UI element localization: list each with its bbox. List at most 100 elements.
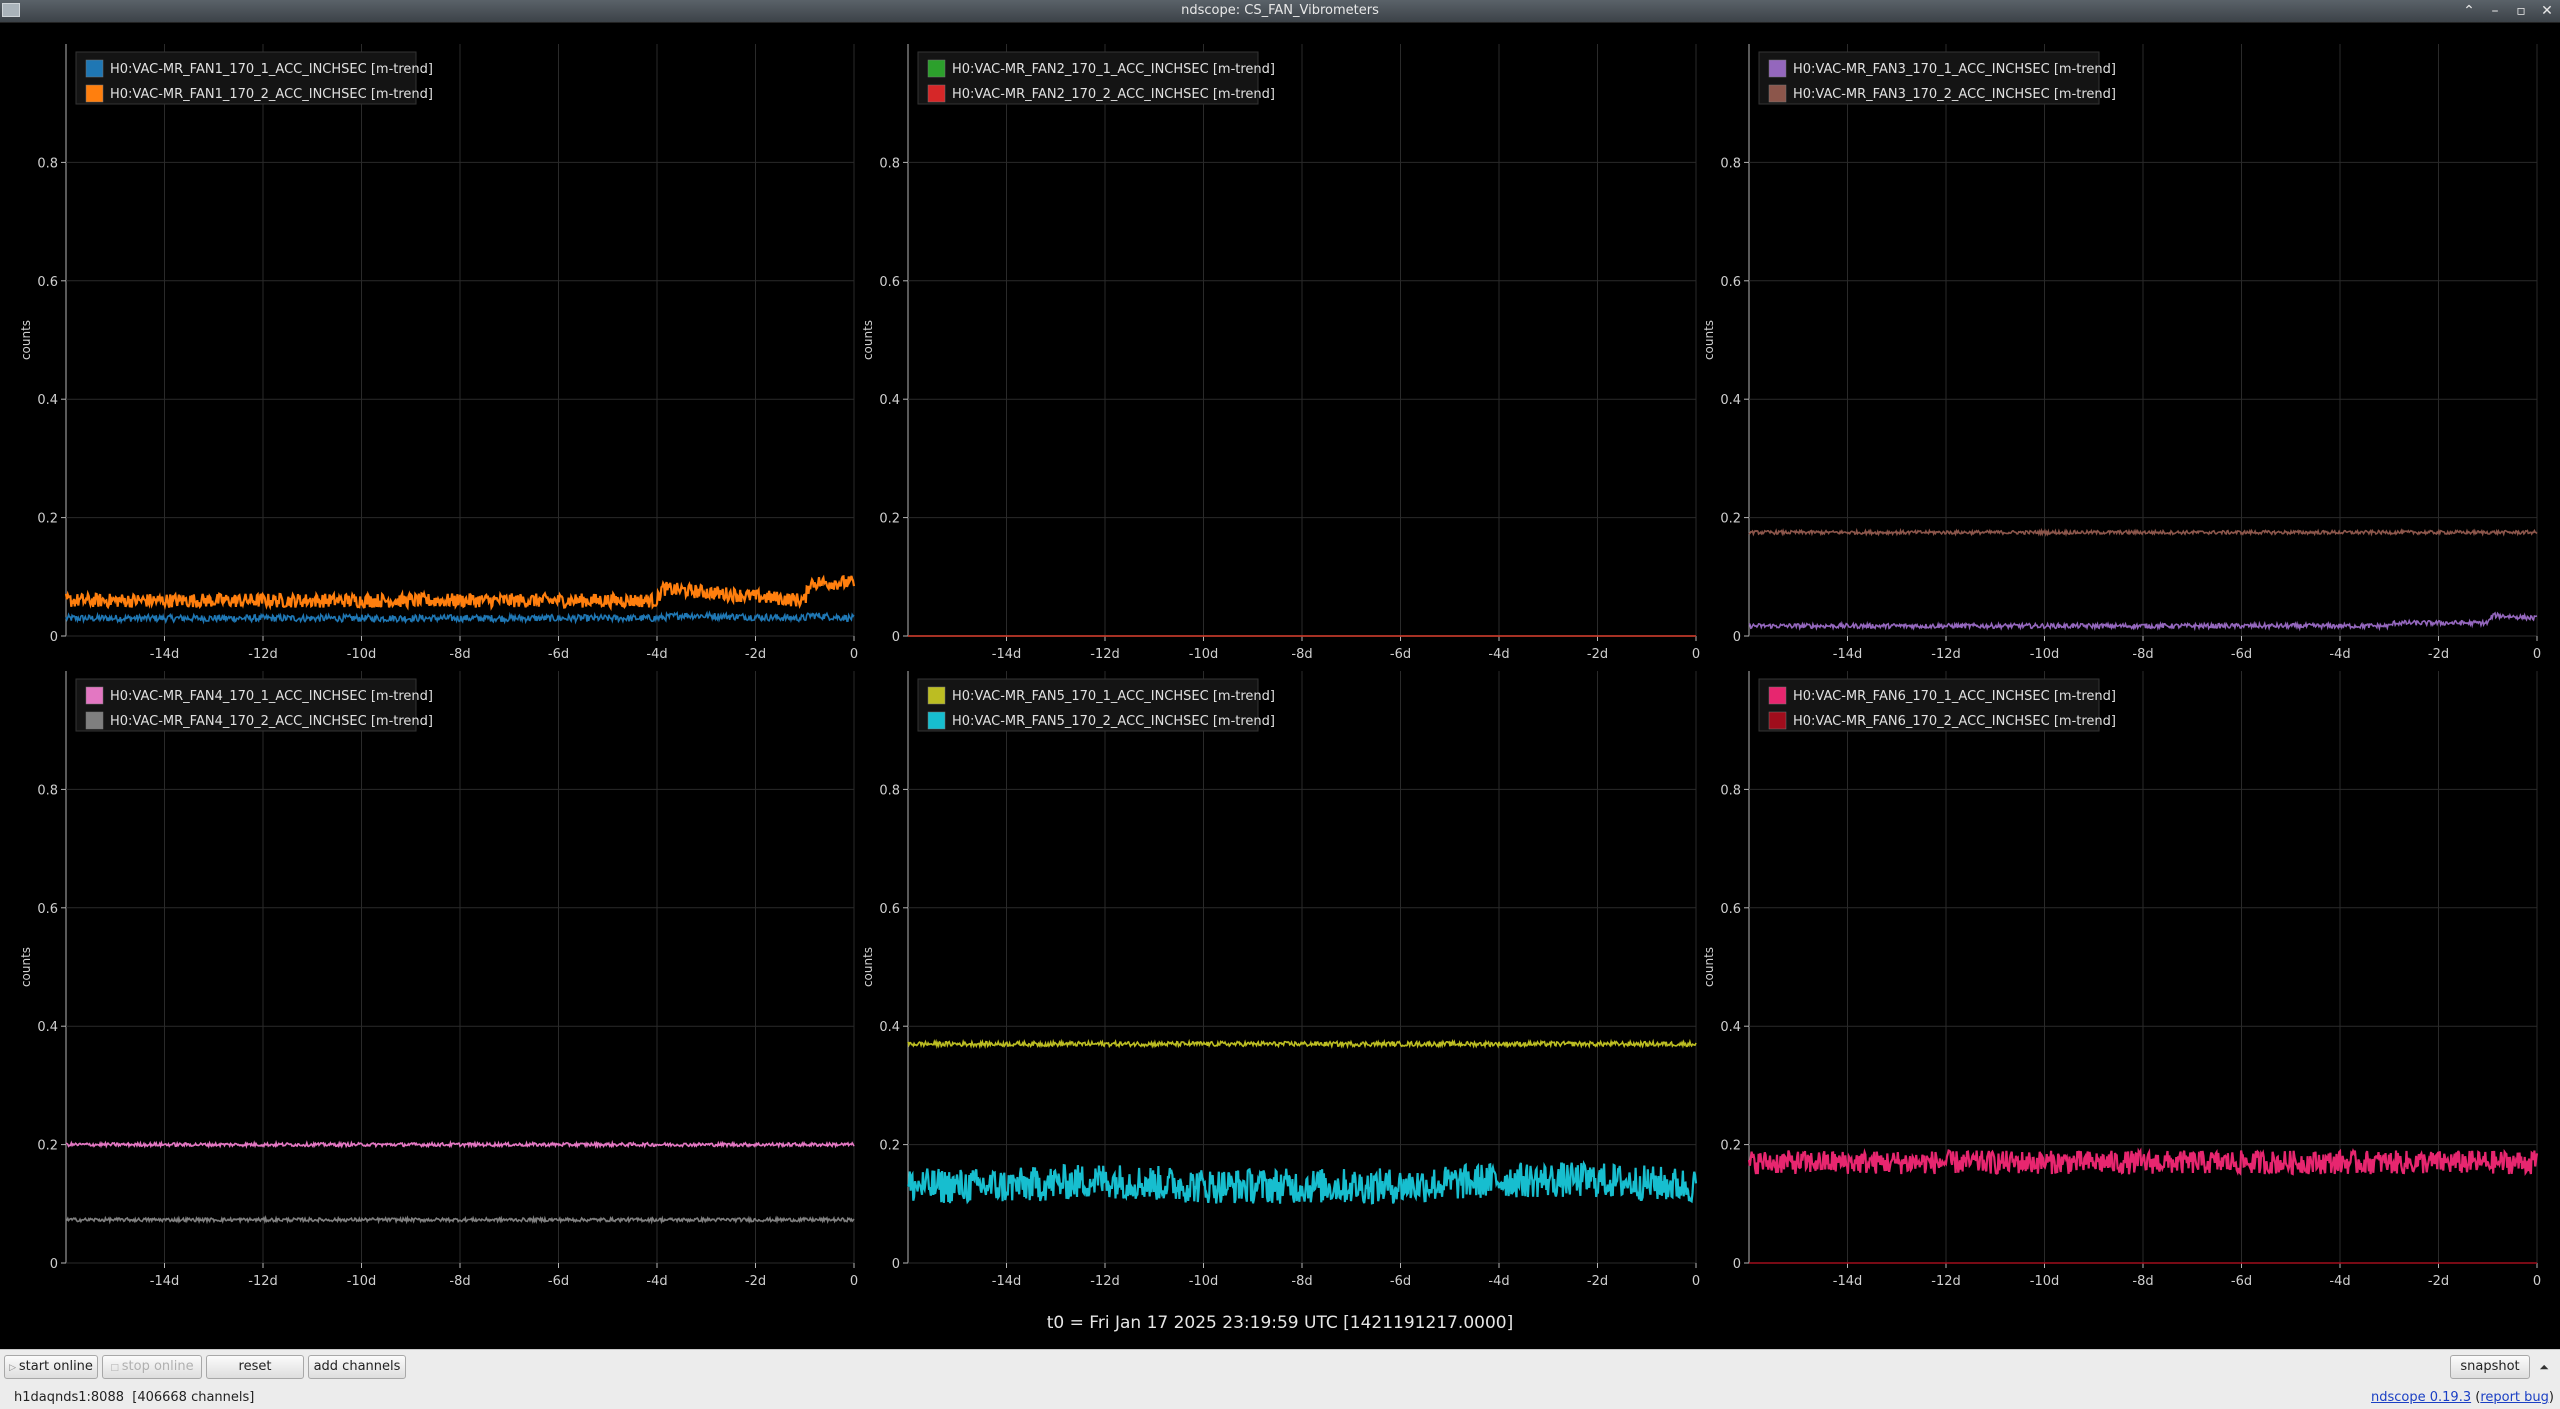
y-tick-label: 0.4 bbox=[1720, 393, 1741, 408]
version-link[interactable]: ndscope 0.19.3 bbox=[2371, 1390, 2471, 1405]
y-tick-label: 0 bbox=[1733, 630, 1741, 645]
legend: H0:VAC-MR_FAN1_170_1_ACC_INCHSEC [m-tren… bbox=[75, 51, 433, 105]
control-bar: ▷ start online □ stop online reset add c… bbox=[0, 1349, 2560, 1388]
snapshot-button[interactable]: snapshot bbox=[2450, 1355, 2530, 1379]
plot-panel-3[interactable]: 0 0.2 0.4 0.6 0.8 -14d -12d -10d -8d -6d -4d -2d 0 co… bbox=[1702, 44, 2541, 662]
x-tick-label: -6d bbox=[2231, 647, 2252, 662]
start-online-button[interactable]: ▷ start online bbox=[4, 1355, 98, 1379]
legend-swatch bbox=[85, 686, 104, 705]
x-tick-label: 0 bbox=[1692, 647, 1700, 662]
x-tick-label: -10d bbox=[1189, 647, 1219, 662]
x-tick-label: -6d bbox=[548, 647, 569, 662]
x-tick-label: -4d bbox=[2329, 647, 2350, 662]
y-axis-label: counts bbox=[861, 947, 875, 987]
y-tick-label: 0 bbox=[892, 630, 900, 645]
x-tick-label: -8d bbox=[2132, 1274, 2153, 1289]
x-tick-label: 0 bbox=[1692, 1274, 1700, 1289]
x-tick-label: -8d bbox=[1291, 1274, 1312, 1289]
y-tick-label: 0 bbox=[50, 630, 58, 645]
plot-panel-2[interactable]: 0 0.2 0.4 0.6 0.8 -14d -12d -10d -8d -6d -4d -2d 0 co… bbox=[861, 44, 1700, 662]
legend: H0:VAC-MR_FAN5_170_1_ACC_INCHSEC [m-tren… bbox=[917, 678, 1275, 732]
y-tick-label: 0.2 bbox=[879, 1139, 900, 1154]
x-tick-label: -10d bbox=[2030, 647, 2060, 662]
minimize-icon[interactable]: – bbox=[2488, 0, 2502, 22]
reset-button[interactable]: reset bbox=[206, 1355, 304, 1379]
keep-above-icon[interactable]: ⌃ bbox=[2462, 0, 2476, 22]
plot-panel-6[interactable]: 0 0.2 0.4 0.6 0.8 -14d -12d -10d -8d -6d -4d -2d 0 co… bbox=[1702, 671, 2541, 1289]
stop-online-button: □ stop online bbox=[102, 1355, 202, 1379]
window-titlebar: ndscope: CS_FAN_Vibrometers ⌃ – ▫ ✕ bbox=[0, 0, 2560, 23]
plot-panel-5[interactable]: 0 0.2 0.4 0.6 0.8 -14d -12d -10d -8d -6d -4d -2d 0 co… bbox=[861, 671, 1700, 1289]
x-tick-label: -10d bbox=[2030, 1274, 2060, 1289]
legend-label: H0:VAC-MR_FAN6_170_1_ACC_INCHSEC [m-tren… bbox=[1793, 689, 2116, 704]
legend-swatch bbox=[927, 686, 946, 705]
y-tick-label: 0.4 bbox=[37, 393, 58, 408]
y-tick-label: 0 bbox=[1733, 1257, 1741, 1272]
stop-icon: □ bbox=[110, 1363, 122, 1373]
play-icon: ▷ bbox=[9, 1363, 19, 1373]
x-tick-label: -14d bbox=[150, 647, 180, 662]
y-axis-label: counts bbox=[1702, 320, 1716, 360]
legend: H0:VAC-MR_FAN4_170_1_ACC_INCHSEC [m-tren… bbox=[75, 678, 433, 732]
add-channels-button[interactable]: add channels bbox=[308, 1355, 406, 1379]
x-tick-label: -8d bbox=[2132, 647, 2153, 662]
y-tick-label: 0.2 bbox=[37, 1139, 58, 1154]
plot-panel-1[interactable]: 0 0.2 0.4 0.6 0.8 -14d -12d -10d -8d -6d -4d -2d 0 co… bbox=[19, 44, 858, 662]
y-tick-label: 0.8 bbox=[37, 156, 58, 171]
legend-label: H0:VAC-MR_FAN2_170_1_ACC_INCHSEC [m-tren… bbox=[952, 62, 1275, 77]
legend-label: H0:VAC-MR_FAN1_170_1_ACC_INCHSEC [m-tren… bbox=[110, 62, 433, 77]
close-icon[interactable]: ✕ bbox=[2540, 0, 2554, 22]
y-tick-label: 0.6 bbox=[1720, 902, 1741, 917]
plot-panel-4[interactable]: 0 0.2 0.4 0.6 0.8 -14d -12d -10d -8d -6d -4d -2d 0 co… bbox=[19, 671, 858, 1289]
y-tick-label: 0.4 bbox=[879, 393, 900, 408]
x-tick-label: -14d bbox=[150, 1274, 180, 1289]
options-arrow-icon[interactable]: ⏶ bbox=[2534, 1355, 2554, 1379]
y-tick-label: 0 bbox=[892, 1257, 900, 1272]
legend-label: H0:VAC-MR_FAN3_170_2_ACC_INCHSEC [m-tren… bbox=[1793, 87, 2116, 102]
y-tick-label: 0.6 bbox=[879, 902, 900, 917]
x-tick-label: -10d bbox=[1189, 1274, 1219, 1289]
legend: H0:VAC-MR_FAN2_170_1_ACC_INCHSEC [m-tren… bbox=[917, 51, 1275, 105]
maximize-icon[interactable]: ▫ bbox=[2514, 0, 2528, 22]
legend-swatch bbox=[1768, 59, 1787, 78]
x-tick-label: -8d bbox=[1291, 647, 1312, 662]
x-tick-label: -14d bbox=[992, 1274, 1022, 1289]
channel-count: [406668 channels] bbox=[132, 1390, 255, 1405]
legend-swatch bbox=[1768, 711, 1787, 730]
x-tick-label: -2d bbox=[1587, 647, 1608, 662]
x-tick-label: 0 bbox=[2533, 1274, 2541, 1289]
report-bug-link[interactable]: report bug bbox=[2480, 1390, 2549, 1405]
plots-svg[interactable]: 0 0.2 0.4 0.6 0.8 -14d -12d -10d -8d -6d -4d -2d 0 co… bbox=[0, 23, 2560, 1313]
legend-swatch bbox=[1768, 84, 1787, 103]
legend-swatch bbox=[927, 84, 946, 103]
x-tick-label: -8d bbox=[449, 647, 470, 662]
x-tick-label: -6d bbox=[1390, 647, 1411, 662]
legend-swatch bbox=[85, 711, 104, 730]
y-tick-label: 0.6 bbox=[1720, 275, 1741, 290]
y-tick-label: 0.2 bbox=[1720, 1139, 1741, 1154]
window-title: ndscope: CS_FAN_Vibrometers bbox=[1181, 3, 1379, 18]
legend-swatch bbox=[1768, 686, 1787, 705]
y-tick-label: 0.8 bbox=[1720, 783, 1741, 798]
y-tick-label: 0.6 bbox=[879, 275, 900, 290]
y-tick-label: 0.4 bbox=[1720, 1020, 1741, 1035]
x-tick-label: -8d bbox=[449, 1274, 470, 1289]
server-label: h1daqnds1:8088 bbox=[14, 1390, 124, 1405]
x-tick-label: -2d bbox=[745, 647, 766, 662]
legend-swatch bbox=[85, 59, 104, 78]
legend-label: H0:VAC-MR_FAN6_170_2_ACC_INCHSEC [m-tren… bbox=[1793, 714, 2116, 729]
x-tick-label: -4d bbox=[646, 647, 667, 662]
legend-label: H0:VAC-MR_FAN2_170_2_ACC_INCHSEC [m-tren… bbox=[952, 87, 1275, 102]
y-axis-label: counts bbox=[19, 947, 33, 987]
y-tick-label: 0.8 bbox=[1720, 156, 1741, 171]
y-axis-label: counts bbox=[1702, 947, 1716, 987]
status-bar: h1daqnds1:8088 [406668 channels] ndscope… bbox=[0, 1387, 2560, 1409]
x-tick-label: -12d bbox=[1931, 647, 1961, 662]
x-tick-label: -4d bbox=[1488, 1274, 1509, 1289]
legend: H0:VAC-MR_FAN3_170_1_ACC_INCHSEC [m-tren… bbox=[1758, 51, 2116, 105]
legend-label: H0:VAC-MR_FAN4_170_1_ACC_INCHSEC [m-tren… bbox=[110, 689, 433, 704]
y-tick-label: 0.8 bbox=[879, 783, 900, 798]
x-tick-label: -10d bbox=[347, 647, 377, 662]
legend-swatch bbox=[85, 84, 104, 103]
x-tick-label: -2d bbox=[2428, 647, 2449, 662]
